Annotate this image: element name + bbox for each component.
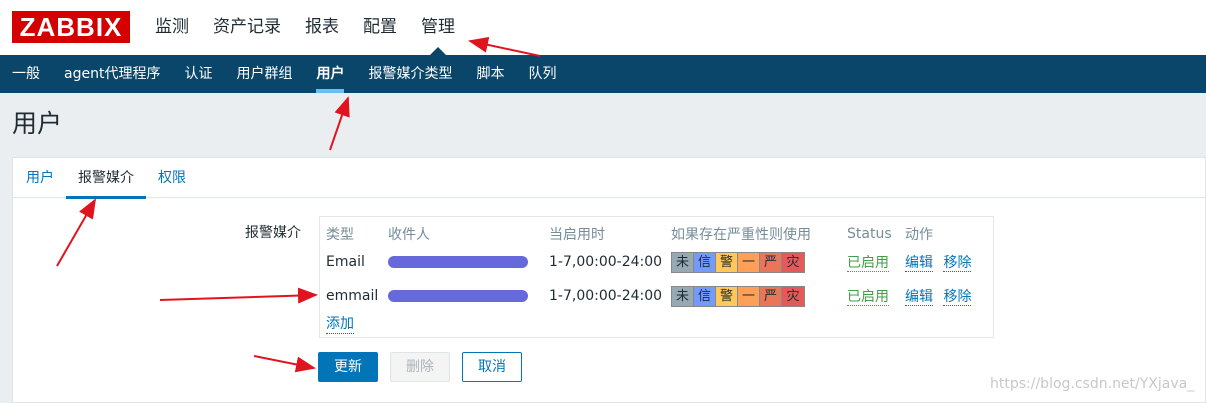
- column-header-send-to: 收件人: [388, 227, 430, 243]
- sub-nav-queue[interactable]: 队列: [516, 55, 568, 93]
- action-cell: 编辑 移除: [905, 245, 985, 279]
- sub-nav-general[interactable]: 一般: [0, 55, 52, 93]
- column-header-type: 类型: [326, 227, 354, 243]
- sub-nav-media-types[interactable]: 报警媒介类型: [356, 55, 464, 93]
- media-field-label: 报警媒介: [245, 225, 301, 241]
- cancel-button[interactable]: 取消: [462, 352, 522, 382]
- sub-nav: 一般 agent代理程序 认证 用户群组 用户 报警媒介类型 脚本 队列: [0, 55, 1206, 93]
- main-nav-monitoring[interactable]: 监测: [143, 0, 201, 55]
- tab-user[interactable]: 用户: [14, 158, 66, 198]
- sub-nav-user-groups[interactable]: 用户群组: [224, 55, 304, 93]
- severity-indicator: 未 信 警 一 严 灾: [671, 285, 805, 307]
- zabbix-logo[interactable]: ZABBIX: [12, 11, 130, 43]
- form-tabs: 用户 报警媒介 权限: [13, 158, 1205, 199]
- user-form-panel: 用户 报警媒介 权限 报警媒介 类型 收件人 当启用时 如果存在严重性则使用 S…: [12, 157, 1206, 403]
- annotation-arrow: [329, 96, 350, 151]
- severity-high: 严: [760, 286, 782, 306]
- media-table: 类型 收件人 当启用时 如果存在严重性则使用 Status 动作 Email 1…: [326, 223, 985, 313]
- main-nav-inventory[interactable]: 资产记录: [201, 0, 293, 55]
- main-nav-administration[interactable]: 管理: [409, 0, 467, 55]
- action-cell: 编辑 移除: [905, 279, 985, 313]
- severity-disaster: 灾: [782, 252, 804, 272]
- sub-nav-authentication[interactable]: 认证: [172, 55, 224, 93]
- sub-nav-scripts[interactable]: 脚本: [464, 55, 516, 93]
- severity-high: 严: [760, 252, 782, 272]
- severity-information: 信: [694, 286, 716, 306]
- severity-not-classified: 未: [672, 286, 694, 306]
- column-header-when-active: 当启用时: [549, 227, 605, 243]
- severity-average: 一: [738, 286, 760, 306]
- main-nav: 监测 资产记录 报表 配置 管理: [143, 0, 467, 55]
- main-nav-reports[interactable]: 报表: [293, 0, 351, 55]
- tab-media[interactable]: 报警媒介: [66, 158, 146, 199]
- redacted-recipient: [388, 290, 528, 302]
- recipient-cell: [388, 245, 549, 279]
- redacted-recipient: [388, 256, 528, 268]
- media-table-header: 类型 收件人 当启用时 如果存在严重性则使用 Status 动作: [326, 223, 985, 245]
- edit-link[interactable]: 编辑: [905, 255, 933, 272]
- update-button[interactable]: 更新: [318, 352, 378, 382]
- when-active-cell: 1-7,00:00-24:00: [549, 288, 663, 304]
- severity-average: 一: [738, 252, 760, 272]
- severity-indicator: 未 信 警 一 严 灾: [671, 251, 805, 273]
- sub-nav-proxies[interactable]: agent代理程序: [52, 55, 172, 93]
- table-row: Email 1-7,00:00-24:00 未 信 警 一 严 灾 已启用 编辑…: [326, 245, 985, 279]
- top-header: ZABBIX 监测 资产记录 报表 配置 管理: [0, 0, 1206, 55]
- severity-warning: 警: [716, 286, 738, 306]
- status-cell: 已启用: [847, 245, 905, 279]
- recipient-cell: [388, 279, 549, 313]
- table-row: emmail 1-7,00:00-24:00 未 信 警 一 严 灾 已启用 编…: [326, 279, 985, 313]
- severity-cell: 未 信 警 一 严 灾: [671, 279, 847, 313]
- media-type-cell: emmail: [326, 288, 379, 304]
- watermark: https://blog.csdn.net/YXjava_: [990, 376, 1195, 392]
- status-cell: 已启用: [847, 279, 905, 313]
- delete-button[interactable]: 删除: [390, 352, 450, 382]
- tab-permissions[interactable]: 权限: [146, 158, 198, 198]
- column-header-action: 动作: [905, 227, 933, 243]
- column-header-severity: 如果存在严重性则使用: [671, 227, 811, 243]
- page-title: 用户: [12, 109, 63, 138]
- remove-link[interactable]: 移除: [943, 289, 972, 306]
- when-active-cell: 1-7,00:00-24:00: [549, 254, 663, 270]
- severity-not-classified: 未: [672, 252, 694, 272]
- severity-warning: 警: [716, 252, 738, 272]
- column-header-status: Status: [847, 226, 892, 242]
- media-list: 类型 收件人 当启用时 如果存在严重性则使用 Status 动作 Email 1…: [319, 216, 994, 338]
- media-type-cell: Email: [326, 254, 365, 270]
- remove-link[interactable]: 移除: [943, 255, 972, 272]
- status-toggle[interactable]: 已启用: [847, 289, 889, 306]
- add-media-link[interactable]: 添加: [326, 313, 354, 334]
- severity-information: 信: [694, 252, 716, 272]
- sub-nav-users[interactable]: 用户: [304, 55, 356, 93]
- main-nav-configuration[interactable]: 配置: [351, 0, 409, 55]
- status-toggle[interactable]: 已启用: [847, 255, 889, 272]
- severity-cell: 未 信 警 一 严 灾: [671, 245, 847, 279]
- edit-link[interactable]: 编辑: [905, 289, 933, 306]
- severity-disaster: 灾: [782, 286, 804, 306]
